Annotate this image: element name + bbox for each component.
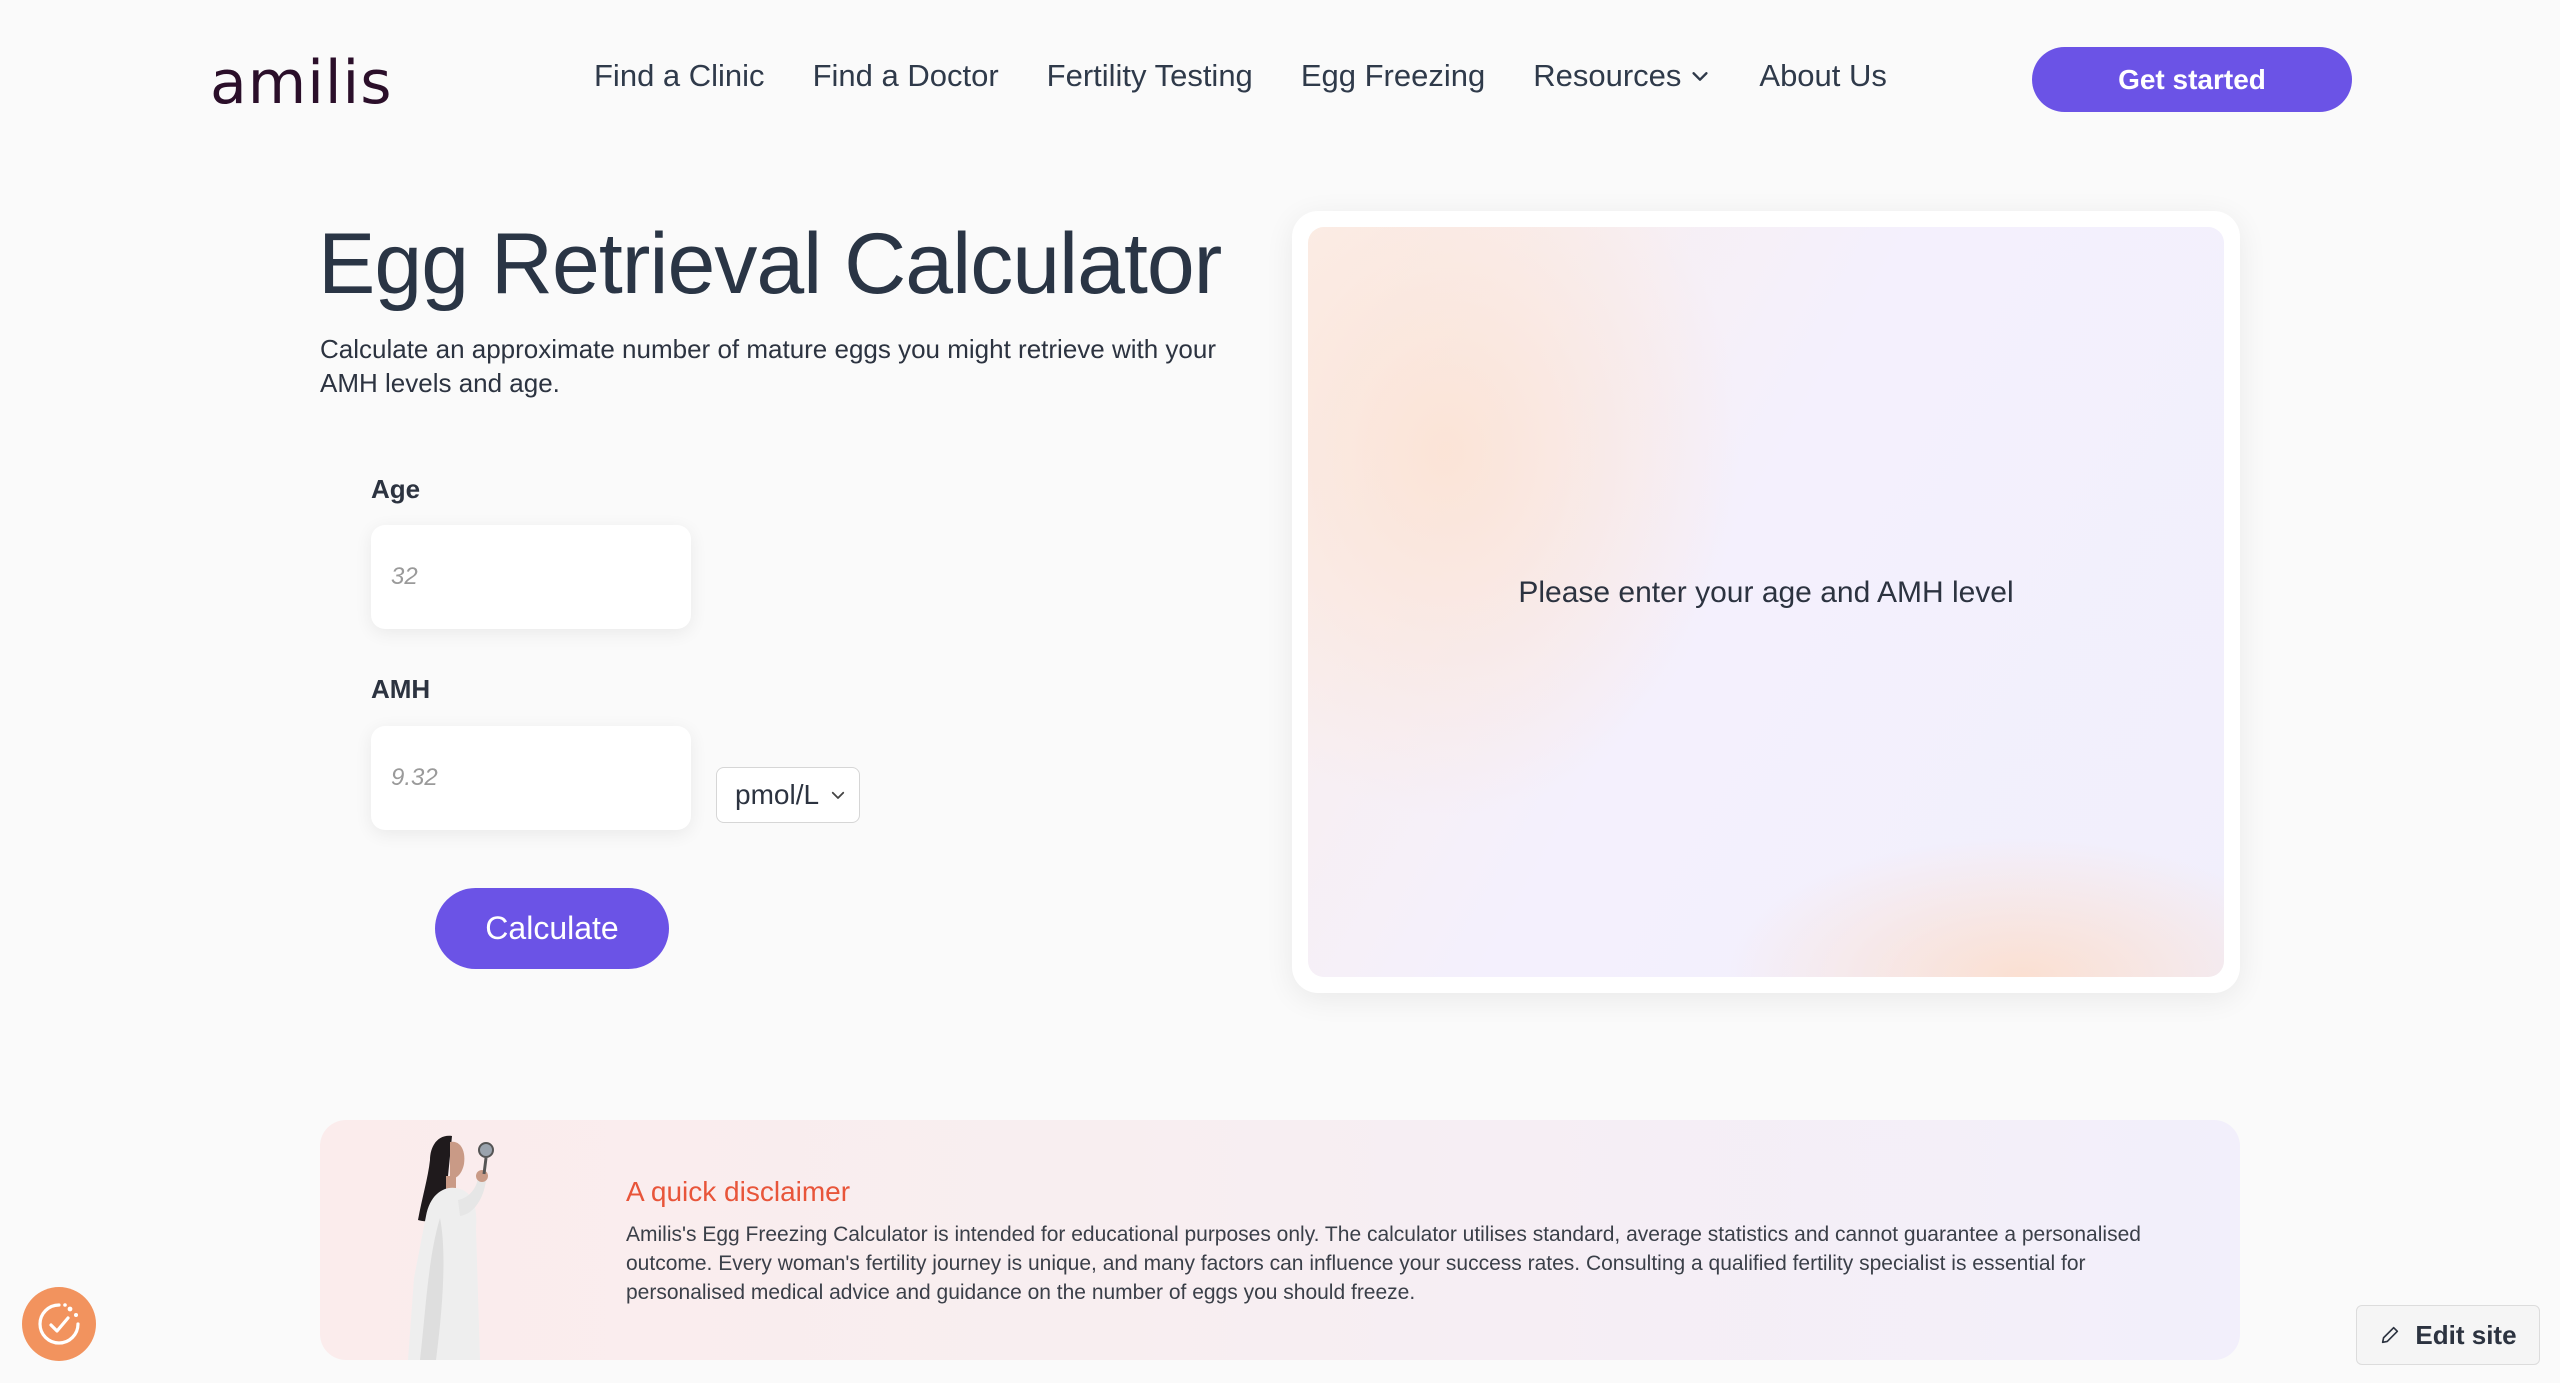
main-nav: Find a Clinic Find a Doctor Fertility Te… (594, 58, 1887, 94)
nav-about-us[interactable]: About Us (1759, 58, 1887, 94)
nav-egg-freezing[interactable]: Egg Freezing (1301, 58, 1485, 94)
chevron-down-icon (831, 791, 845, 799)
result-message: Please enter your age and AMH level (1518, 576, 2014, 609)
nav-resources-dropdown[interactable]: Resources (1533, 58, 1711, 94)
calculate-button[interactable]: Calculate (435, 888, 669, 969)
chevron-down-icon (1692, 72, 1708, 81)
nav-label: Fertility Testing (1046, 58, 1253, 93)
nav-label: Resources (1533, 58, 1682, 93)
nav-fertility-testing[interactable]: Fertility Testing (1047, 58, 1253, 94)
age-label: Age (371, 474, 421, 504)
woman-illustration (408, 1135, 494, 1360)
page: amilis Find a Clinic Find a Doctor Ferti… (0, 0, 2560, 1383)
cookie-consent-icon (38, 1303, 80, 1345)
get-started-button[interactable]: Get started (2032, 47, 2352, 112)
amh-unit-select[interactable]: pmol/L (716, 767, 860, 823)
nav-label: About Us (1759, 58, 1887, 93)
unit-selected-value: pmol/L (735, 779, 819, 810)
result-panel: Please enter your age and AMH level (1308, 227, 2224, 977)
nav-find-a-clinic[interactable]: Find a Clinic (594, 58, 765, 94)
age-input[interactable] (371, 525, 691, 629)
edit-site-label: Edit site (2415, 1319, 2517, 1350)
disclaimer-body: Amilis's Egg Freezing Calculator is inte… (626, 1223, 2141, 1304)
amh-label: AMH (371, 674, 431, 704)
edit-site-button[interactable]: Edit site (2356, 1305, 2540, 1365)
result-card: Please enter your age and AMH level (1292, 211, 2240, 993)
amh-input[interactable] (371, 726, 691, 830)
page-subtitle: Calculate an approximate number of matur… (320, 334, 1216, 398)
disclaimer-banner: A quick disclaimer Amilis's Egg Freezing… (320, 1120, 2240, 1360)
logo[interactable]: amilis (210, 48, 392, 118)
nav-find-a-doctor[interactable]: Find a Doctor (813, 58, 999, 94)
disclaimer-title: A quick disclaimer (626, 1176, 851, 1207)
pencil-icon (2382, 1326, 2399, 1344)
nav-label: Find a Doctor (812, 58, 999, 93)
page-title: Egg Retrieval Calculator (318, 216, 1222, 312)
cookie-consent-button[interactable] (22, 1287, 96, 1361)
nav-label: Egg Freezing (1300, 58, 1486, 93)
nav-label: Find a Clinic (594, 58, 765, 93)
